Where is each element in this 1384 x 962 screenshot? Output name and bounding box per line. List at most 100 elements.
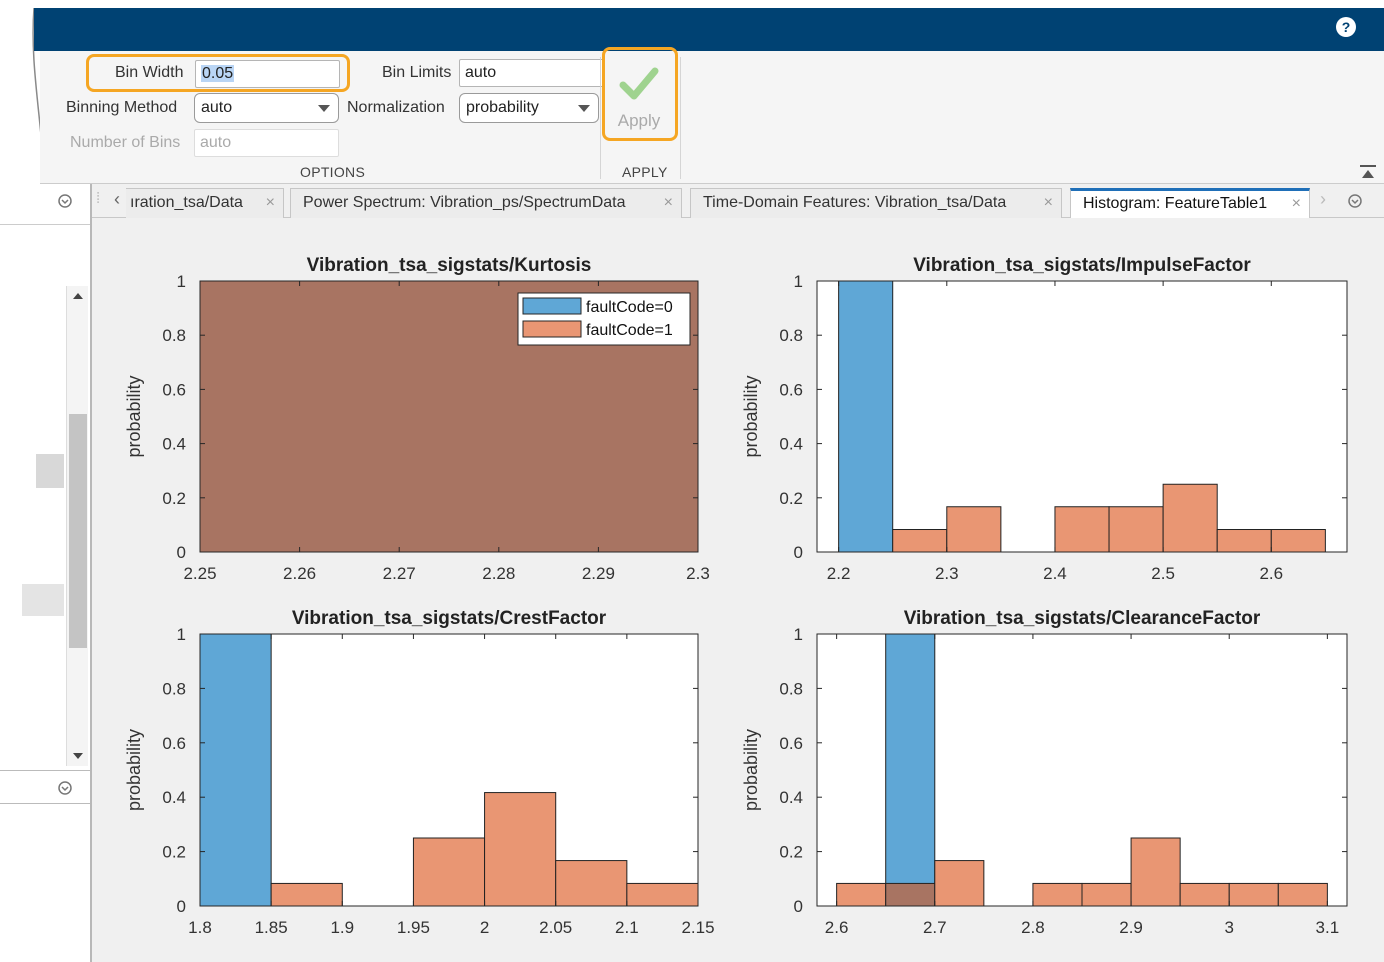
- apply-label: Apply: [617, 111, 661, 130]
- x-tick-label: 2.2: [827, 564, 851, 583]
- y-tick-label: 0.4: [779, 435, 803, 454]
- panel-menu-icon[interactable]: [58, 194, 72, 208]
- x-tick-label: 2.5: [1151, 564, 1175, 583]
- close-icon[interactable]: ×: [1292, 191, 1301, 216]
- binning-method-dropdown[interactable]: auto: [194, 93, 339, 123]
- x-tick-label: 2.25: [183, 564, 216, 583]
- histogram-bar: [555, 860, 628, 907]
- y-tick-label: 0.4: [779, 788, 803, 807]
- y-tick-label: 0.2: [779, 489, 803, 508]
- histogram-bar: [1054, 506, 1110, 553]
- y-tick-label: 0.4: [162, 788, 186, 807]
- histogram-bar: [836, 882, 887, 907]
- close-icon[interactable]: ×: [664, 189, 673, 217]
- tab-power-spectrum[interactable]: Power Spectrum: Vibration_ps/SpectrumDat…: [290, 188, 682, 218]
- histogram-bar: [270, 882, 343, 907]
- legend-entry: faultCode=0: [586, 299, 673, 316]
- scroll-up-icon[interactable]: [72, 292, 84, 300]
- histogram-bar: [1108, 506, 1164, 553]
- y-tick-label: 0.8: [162, 679, 186, 698]
- close-icon[interactable]: ×: [1044, 189, 1053, 217]
- y-axis-label: probability: [741, 729, 761, 811]
- list-item[interactable]: [22, 584, 64, 616]
- y-tick-label: 1: [177, 272, 186, 291]
- legend-swatch: [522, 320, 582, 338]
- tab-histogram[interactable]: Histogram: FeatureTable1 ×: [1070, 188, 1310, 219]
- histogram-bar: [934, 860, 985, 907]
- tab-time-domain-features[interactable]: Time-Domain Features: Vibration_tsa/Data…: [690, 188, 1062, 218]
- list-item[interactable]: [36, 454, 64, 488]
- x-tick-label: 2.6: [1259, 564, 1283, 583]
- data-browser-panel: [0, 184, 92, 962]
- y-tick-label: 0.6: [779, 734, 803, 753]
- histogram-bar: [1032, 882, 1083, 907]
- apply-button[interactable]: Apply: [603, 57, 675, 137]
- tab-menu-icon[interactable]: [1348, 194, 1362, 208]
- chart-title: Vibration_tsa_sigstats/ImpulseFactor: [913, 255, 1251, 276]
- y-tick-label: 1: [177, 625, 186, 644]
- scrollbar-thumb[interactable]: [69, 414, 87, 648]
- y-tick-label: 0.6: [162, 734, 186, 753]
- histogram-bar: [838, 280, 894, 553]
- x-tick-label: 2.27: [383, 564, 416, 583]
- y-tick-label: 0.8: [779, 679, 803, 698]
- x-tick-label: 2.28: [482, 564, 515, 583]
- section-divider: [600, 57, 601, 179]
- checkmark-icon: [619, 67, 659, 100]
- legend-swatch: [522, 297, 582, 315]
- x-tick-label: 3: [1224, 918, 1233, 937]
- bin-limits-label: Bin Limits: [382, 64, 452, 81]
- close-icon[interactable]: ×: [266, 189, 275, 217]
- apply-section-label: APPLY: [622, 164, 668, 180]
- histogram-axes: 1.8 1.85 1.9 1.95 2 2.05 2.1 2.15 0 0.2 0.4 0.6 0.8 1…: [124, 608, 715, 937]
- histogram-bar: [885, 882, 936, 907]
- options-section-label: OPTIONS: [300, 164, 366, 180]
- x-tick-label: 1.9: [330, 918, 354, 937]
- y-tick-label: 0.2: [162, 489, 186, 508]
- y-tick-label: 0.4: [162, 435, 186, 454]
- title-bar: ?: [34, 8, 1384, 51]
- grip-icon: ⁞: [96, 190, 101, 207]
- x-tick-label: 2.3: [686, 564, 710, 583]
- panel-menu-icon[interactable]: [58, 781, 72, 795]
- histogram-axes: 2.25 2.26 2.27 2.28 2.29 2.3 0 0.2 0.4 0.6 0.8 1 Vib…: [124, 255, 710, 583]
- histogram-axes: 2.6 2.7 2.8 2.9 3 3.1 0 0.2 0.4 0.6 0.8 1 Vibration_…: [741, 608, 1348, 937]
- x-tick-label: 2.26: [283, 564, 316, 583]
- bin-width-label: Bin Width: [115, 64, 184, 81]
- tab-label: ıration_tsa/Data: [130, 194, 243, 211]
- bin-width-value: 0.05: [201, 65, 235, 82]
- binning-method-label: Binning Method: [66, 99, 178, 116]
- y-tick-label: 0.2: [162, 843, 186, 862]
- scroll-down-icon[interactable]: [72, 752, 84, 760]
- number-of-bins-input[interactable]: auto: [194, 129, 339, 157]
- bin-limits-input[interactable]: auto: [459, 59, 604, 87]
- tab-label: Power Spectrum: Vibration_ps/SpectrumDat…: [303, 194, 626, 211]
- normalization-label: Normalization: [347, 99, 445, 116]
- chevron-down-icon: [318, 105, 330, 112]
- histogram-bar: [1081, 882, 1132, 907]
- normalization-dropdown[interactable]: probability: [459, 93, 599, 123]
- document-tab-bar: ⁞ ‹ ıration_tsa/Data × Power Spectrum: Vi…: [92, 184, 1384, 219]
- histogram-bar: [1162, 483, 1218, 553]
- help-icon[interactable]: ?: [1336, 17, 1356, 37]
- toolstrip: Bin Width 0.05 Bin Limits auto Binning M…: [40, 47, 1384, 184]
- panel-divider: [0, 224, 90, 225]
- histogram-plots: 2.25 2.26 2.27 2.28 2.29 2.3 0 0.2 0.4 0.6 0.8 1 Vib…: [124, 255, 1348, 937]
- collapse-toolstrip-icon[interactable]: [1360, 165, 1376, 179]
- histogram-bar: [1216, 529, 1272, 553]
- x-tick-label: 2.6: [825, 918, 849, 937]
- chart-title: Vibration_tsa_sigstats/Kurtosis: [307, 255, 592, 276]
- histogram-bar: [412, 837, 486, 907]
- y-tick-label: 0.8: [779, 326, 803, 345]
- legend: faultCode=0 faultCode=1: [517, 292, 691, 346]
- tab-vibration-tsa-data[interactable]: ıration_tsa/Data ×: [126, 188, 284, 218]
- binning-method-value: auto: [201, 99, 233, 116]
- bin-width-input[interactable]: 0.05: [195, 60, 340, 88]
- scroll-tabs-left-icon[interactable]: ‹: [114, 189, 120, 210]
- scroll-tabs-right-icon[interactable]: ›: [1320, 189, 1326, 210]
- x-tick-label: 1.95: [397, 918, 430, 937]
- y-tick-label: 1: [794, 625, 803, 644]
- y-tick-label: 0: [177, 543, 186, 562]
- scrollbar-track[interactable]: [66, 286, 88, 766]
- panel-footer: [0, 770, 90, 804]
